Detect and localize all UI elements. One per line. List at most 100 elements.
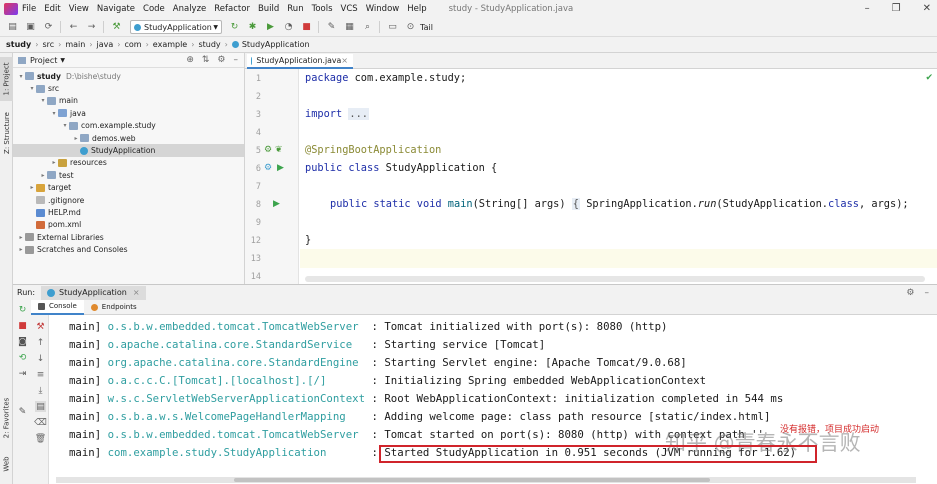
run-gutter-icon[interactable]: ▶ <box>273 199 280 209</box>
collapse-all-icon[interactable]: ⇅ <box>202 55 210 65</box>
tree-item[interactable]: pom.xml <box>13 219 244 231</box>
tree-item[interactable]: ▸ resources <box>13 157 244 169</box>
log-logger[interactable]: o.a.c.c.C.[Tomcat].[localhost].[/] <box>108 374 365 387</box>
project-structure-icon[interactable]: ▦ <box>344 22 355 33</box>
chevron-right-icon[interactable]: ▸ <box>39 172 47 179</box>
tree-item[interactable]: .gitignore <box>13 194 244 206</box>
project-panel-title[interactable]: Project <box>30 56 57 65</box>
menu-help[interactable]: Help <box>407 4 426 14</box>
menu-view[interactable]: View <box>69 4 89 14</box>
log-logger[interactable]: o.apache.catalina.core.StandardService <box>108 338 365 351</box>
clear-all-icon[interactable]: ⌫ <box>34 417 47 428</box>
hide-icon[interactable]: – <box>925 288 930 298</box>
tail-label[interactable]: Tail <box>420 23 433 32</box>
log-logger[interactable]: w.s.c.ServletWebServerApplicationContext <box>108 392 365 405</box>
code-editor[interactable]: 1 2 3 4 5 6 7 8 9 12 13 14 ⚙ ❦ ⚙ ▶ ▶ ✔ p… <box>245 69 937 284</box>
menu-navigate[interactable]: Navigate <box>97 4 135 14</box>
rerun-icon[interactable]: ↻ <box>229 22 240 33</box>
down-icon[interactable]: ↓ <box>35 353 46 364</box>
breadcrumb-item[interactable]: main <box>65 40 85 49</box>
build-hammer-icon[interactable]: ⚒ <box>111 22 122 33</box>
menu-edit[interactable]: Edit <box>44 4 60 14</box>
spring-bean-icon[interactable]: ⚙ <box>264 163 272 173</box>
log-logger[interactable]: o.s.b.a.w.s.WelcomePageHandlerMapping <box>108 410 365 423</box>
chevron-down-icon[interactable]: ▾ <box>61 122 69 129</box>
chevron-right-icon[interactable]: ▸ <box>50 159 58 166</box>
tree-item[interactable]: ▸ target <box>13 182 244 194</box>
tree-item[interactable]: ▸ test <box>13 169 244 181</box>
tree-item[interactable]: ▾ java <box>13 107 244 119</box>
debug-icon[interactable]: ✱ <box>247 22 258 33</box>
chevron-down-icon[interactable]: ▾ <box>50 110 58 117</box>
web-tool-tab[interactable]: Web <box>0 451 13 477</box>
breadcrumb-item[interactable]: study <box>6 40 31 49</box>
menu-tools[interactable]: Tools <box>312 4 333 14</box>
run-config-select[interactable]: StudyApplication ▼ <box>130 20 222 34</box>
console-scroll-thumb[interactable] <box>234 478 710 482</box>
spring-leaf-icon[interactable]: ❦ <box>275 145 283 155</box>
tree-item[interactable]: HELP.md <box>13 206 244 218</box>
menu-vcs[interactable]: VCS <box>341 4 358 14</box>
chevron-right-icon[interactable]: ▸ <box>28 184 36 191</box>
chevron-right-icon[interactable]: ▸ <box>17 246 25 253</box>
log-logger[interactable]: o.s.b.w.embedded.tomcat.TomcatWebServer <box>108 320 365 333</box>
tree-item[interactable]: ▾ src <box>13 82 244 94</box>
forward-icon[interactable]: → <box>86 22 97 33</box>
stop-icon[interactable]: ■ <box>301 22 312 33</box>
chevron-right-icon[interactable]: ▸ <box>72 135 80 142</box>
tree-item[interactable]: ▾ com.example.study <box>13 120 244 132</box>
print-icon[interactable]: ▤ <box>35 401 46 412</box>
up-icon[interactable]: ↑ <box>35 337 46 348</box>
soft-wrap-icon[interactable]: ≡ <box>35 369 46 380</box>
run-config-tab[interactable]: StudyApplication × <box>41 285 146 300</box>
tab-console[interactable]: Console <box>31 299 84 315</box>
menu-build[interactable]: Build <box>258 4 279 14</box>
menu-refactor[interactable]: Refactor <box>214 4 250 14</box>
trash-icon[interactable]: 🗑 <box>35 433 46 444</box>
restore-layout-icon[interactable]: ⟲ <box>17 352 28 363</box>
menu-code[interactable]: Code <box>143 4 165 14</box>
coverage-icon[interactable]: ▶ <box>265 22 276 33</box>
close-icon[interactable]: × <box>133 288 140 297</box>
structure-tool-tab[interactable]: Z: Structure <box>0 108 13 158</box>
close-window-icon[interactable]: ✕ <box>923 3 931 14</box>
camera-icon[interactable]: ◙ <box>17 336 28 347</box>
stop-icon[interactable]: ■ <box>17 320 28 331</box>
project-tool-tab[interactable]: 1: Project <box>0 57 13 101</box>
rerun-icon[interactable]: ↻ <box>17 304 28 315</box>
back-icon[interactable]: ← <box>68 22 79 33</box>
profile-icon[interactable]: ◔ <box>283 22 294 33</box>
menu-file[interactable]: File <box>22 4 36 14</box>
tail-icon[interactable]: ⊙ <box>405 22 416 33</box>
chevron-down-icon[interactable]: ▼ <box>60 57 65 64</box>
tree-item[interactable]: ▸ Scratches and Consoles <box>13 244 244 256</box>
locate-icon[interactable]: ⊕ <box>186 55 194 65</box>
tree-item[interactable]: ▸ External Libraries <box>13 231 244 243</box>
inspection-ok-icon[interactable]: ✔ <box>925 73 933 83</box>
search-icon[interactable]: ⌕ <box>362 22 373 33</box>
chevron-right-icon[interactable]: ▸ <box>17 234 25 241</box>
menu-run[interactable]: Run <box>287 4 303 14</box>
run-gutter-icon[interactable]: ▶ <box>277 163 284 173</box>
open-icon[interactable]: ▤ <box>7 22 18 33</box>
log-logger[interactable]: org.apache.catalina.core.StandardEngine <box>108 356 365 369</box>
breadcrumb-item[interactable]: java <box>97 40 114 49</box>
tab-endpoints[interactable]: Endpoints <box>84 300 144 315</box>
save-all-icon[interactable]: ▣ <box>25 22 36 33</box>
log-logger[interactable]: o.s.b.w.embedded.tomcat.TomcatWebServer <box>108 428 365 441</box>
breadcrumb-item[interactable]: com <box>125 40 142 49</box>
exit-icon[interactable]: ⇥ <box>17 368 28 379</box>
chevron-down-icon[interactable]: ▾ <box>17 73 25 80</box>
tree-item[interactable]: ▾ study D:\bishe\study <box>13 70 244 82</box>
gear-icon[interactable]: ⚙ <box>217 55 225 65</box>
restore-icon[interactable]: ❐ <box>892 3 901 14</box>
tree-item[interactable]: ▾ main <box>13 95 244 107</box>
spring-bean-icon[interactable]: ⚙ <box>264 145 272 155</box>
breadcrumb-item[interactable]: example <box>153 40 187 49</box>
close-icon[interactable]: × <box>341 56 348 65</box>
log-logger[interactable]: com.example.study.StudyApplication <box>108 446 365 459</box>
tree-item[interactable]: ▸ demos.web <box>13 132 244 144</box>
pin-icon[interactable]: ✎ <box>17 406 28 417</box>
sync-icon[interactable]: ⟳ <box>43 22 54 33</box>
breadcrumb-item[interactable]: study <box>198 40 220 49</box>
